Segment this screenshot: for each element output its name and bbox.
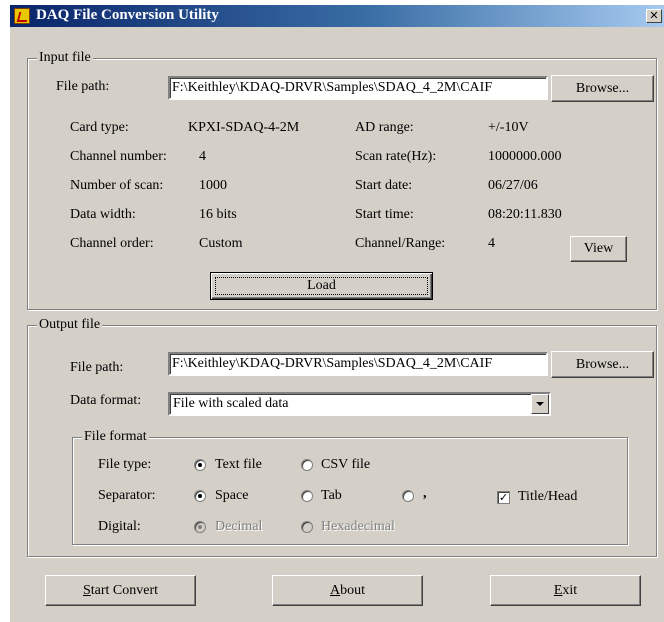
title-bar[interactable]: DAQ File Conversion Utility ✕ xyxy=(10,5,664,27)
space-label[interactable]: Space xyxy=(215,487,248,505)
output-file-path-label: File path: xyxy=(70,360,124,375)
view-button[interactable]: View xyxy=(570,236,627,262)
data-width-value: 16 bits xyxy=(199,207,237,222)
channel-number-value: 4 xyxy=(199,149,206,164)
hexadecimal-radio xyxy=(301,521,313,533)
file-format-legend: File format xyxy=(82,429,149,445)
ad-range-label: AD range: xyxy=(355,120,414,135)
channel-range-value: 4 xyxy=(488,236,495,251)
ad-range-value: +/-10V xyxy=(488,120,529,135)
channel-number-label: Channel number: xyxy=(70,149,167,164)
tab-radio[interactable] xyxy=(301,490,313,502)
space-radio[interactable] xyxy=(194,490,206,502)
chevron-down-icon[interactable] xyxy=(531,394,549,414)
separator-label: Separator: xyxy=(98,488,156,503)
data-width-label: Data width: xyxy=(70,207,136,222)
about-accelerator: A xyxy=(329,583,341,598)
output-file-path-field[interactable]: F:\Keithley\KDAQ-DRVR\Samples\SDAQ_4_2M\… xyxy=(168,352,548,376)
file-type-label: File type: xyxy=(98,457,152,472)
input-file-path-field[interactable]: F:\Keithley\KDAQ-DRVR\Samples\SDAQ_4_2M\… xyxy=(168,76,548,100)
start-time-label: Start time: xyxy=(355,207,414,222)
start-time-value: 08:20:11.830 xyxy=(488,207,562,222)
number-of-scan-label: Number of scan: xyxy=(70,178,164,193)
title-head-checkbox[interactable]: ✓ xyxy=(497,491,510,504)
scan-rate-label: Scan rate(Hz): xyxy=(355,149,437,164)
start-date-label: Start date: xyxy=(355,178,413,193)
input-file-path-label: File path: xyxy=(56,79,110,94)
output-file-legend: Output file xyxy=(37,317,103,333)
load-button-label: Load xyxy=(307,278,336,293)
text-file-label[interactable]: Text file xyxy=(215,456,262,474)
text-file-radio[interactable] xyxy=(194,459,206,471)
app-icon xyxy=(14,8,30,24)
about-button[interactable]: About xyxy=(272,575,423,606)
input-browse-button[interactable]: Browse... xyxy=(551,75,654,102)
number-of-scan-value: 1000 xyxy=(199,178,227,193)
start-convert-accelerator: S xyxy=(82,583,91,598)
exit-button[interactable]: Exit xyxy=(490,575,641,606)
tab-label[interactable]: Tab xyxy=(321,487,342,505)
card-type-value: KPXI-SDAQ-4-2M xyxy=(188,120,300,135)
data-format-value: File with scaled data xyxy=(173,396,289,411)
start-convert-button[interactable]: Start Convert xyxy=(45,575,196,606)
output-browse-button[interactable]: Browse... xyxy=(551,351,654,378)
hexadecimal-label: Hexadecimal xyxy=(321,519,395,534)
channel-range-label: Channel/Range: xyxy=(355,236,446,251)
close-icon[interactable]: ✕ xyxy=(646,9,662,23)
channel-order-label: Channel order: xyxy=(70,236,154,251)
comma-label[interactable]: , xyxy=(423,485,427,503)
title-head-label[interactable]: Title/Head xyxy=(518,488,577,506)
digital-label: Digital: xyxy=(98,519,141,534)
comma-radio[interactable] xyxy=(402,490,414,502)
about-label: bout xyxy=(340,583,365,598)
dialog-window: DAQ File Conversion Utility ✕ Input file… xyxy=(10,5,664,622)
start-convert-label: tart Convert xyxy=(90,583,159,598)
start-date-value: 06/27/06 xyxy=(488,178,538,193)
input-file-legend: Input file xyxy=(37,50,93,66)
card-type-label: Card type: xyxy=(70,120,129,135)
load-button[interactable]: Load xyxy=(210,272,433,300)
channel-order-value: Custom xyxy=(199,236,243,251)
csv-file-label[interactable]: CSV file xyxy=(321,456,370,474)
csv-file-radio[interactable] xyxy=(301,459,313,471)
scan-rate-value: 1000000.000 xyxy=(488,149,562,164)
decimal-radio xyxy=(194,521,206,533)
window-title: DAQ File Conversion Utility xyxy=(36,7,219,23)
exit-label: xit xyxy=(562,583,578,598)
data-format-label: Data format: xyxy=(70,393,142,408)
decimal-label: Decimal xyxy=(215,519,263,534)
data-format-select[interactable]: File with scaled data xyxy=(168,392,551,416)
